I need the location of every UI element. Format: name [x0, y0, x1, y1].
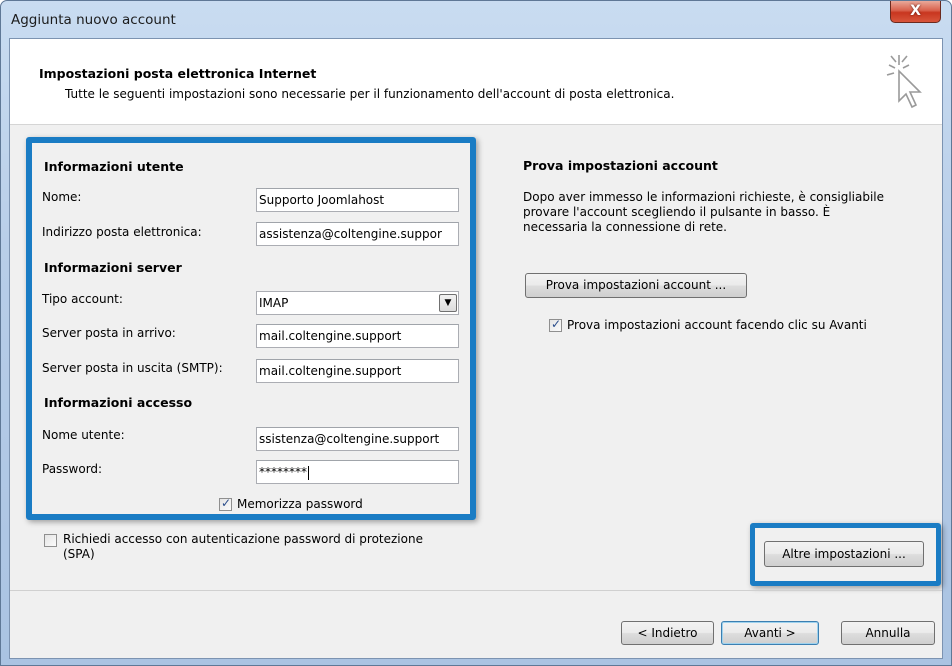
test-description-line1: Dopo aver immesso le informazioni richie… — [523, 190, 885, 204]
auto-test-label: Prova impostazioni account facendo clic … — [567, 318, 867, 332]
cursor-sparkle-icon — [886, 55, 922, 109]
close-icon: X — [910, 3, 921, 19]
close-button[interactable]: X — [890, 1, 941, 23]
cancel-button[interactable]: Annulla — [841, 621, 935, 645]
page-subtitle: Tutte le seguenti impostazioni sono nece… — [65, 87, 675, 101]
title-bar[interactable]: Aggiunta nuovo account X — [1, 1, 951, 38]
spa-label-line1: Richiedi accesso con autenticazione pass… — [63, 532, 423, 546]
dialog-window: Aggiunta nuovo account X Impostazioni po… — [0, 0, 952, 666]
back-button[interactable]: < Indietro — [621, 621, 714, 645]
dialog-client: Impostazioni posta elettronica Internet … — [9, 38, 943, 659]
more-settings-button[interactable]: Altre impostazioni ... — [764, 541, 924, 567]
header-panel: Impostazioni posta elettronica Internet … — [10, 39, 942, 125]
window-title: Aggiunta nuovo account — [11, 12, 176, 28]
test-account-button[interactable]: Prova impostazioni account ... — [525, 273, 747, 298]
next-button[interactable]: Avanti > — [721, 621, 819, 645]
spa-checkbox[interactable] — [44, 534, 57, 547]
test-description-line3: necessaria la connessione di rete. — [523, 220, 727, 234]
test-description-line2: provare l'account scegliendo il pulsante… — [523, 205, 831, 219]
footer-divider — [10, 590, 942, 591]
auto-test-checkbox[interactable] — [549, 317, 562, 332]
user-settings-highlight — [26, 137, 476, 520]
spa-label-line2: (SPA) — [63, 547, 95, 561]
test-settings-heading: Prova impostazioni account — [523, 158, 718, 173]
page-title: Impostazioni posta elettronica Internet — [39, 66, 317, 81]
